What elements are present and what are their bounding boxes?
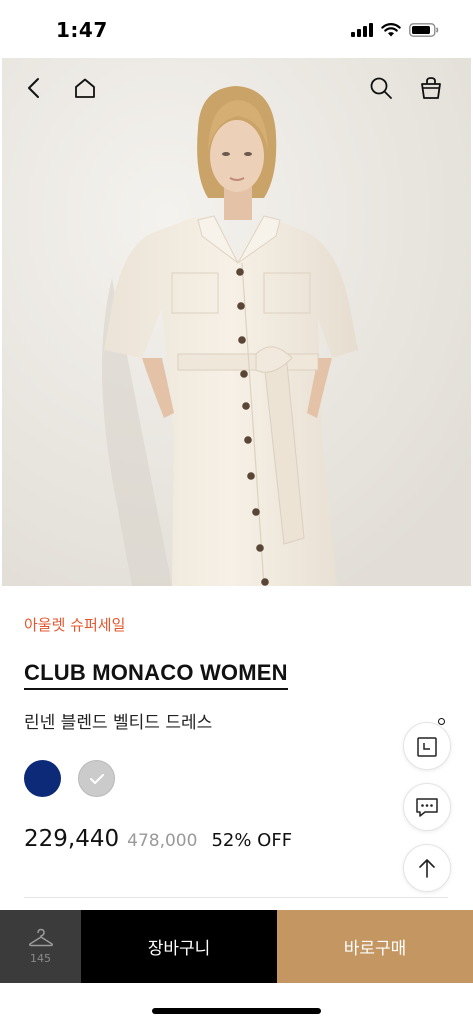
- status-icons: [351, 22, 439, 41]
- divider: [24, 897, 448, 898]
- back-button[interactable]: [16, 70, 52, 106]
- swatch-gray-selected[interactable]: [78, 760, 115, 797]
- bottom-action-bar: 145 장바구니 바로구매: [0, 910, 473, 983]
- battery-icon: [409, 22, 439, 41]
- back-arrow-icon: [28, 78, 39, 98]
- original-price: 478,000: [127, 831, 198, 851]
- sale-price: 229,440: [24, 826, 120, 852]
- status-bar: 1:47: [0, 0, 473, 58]
- recent-view-icon: [417, 737, 437, 757]
- home-icon: [75, 78, 95, 98]
- signal-icon: [351, 22, 373, 41]
- product-detail-screen: 1:47 아울렛 슈퍼세일 CLUB MONACO WOMEN 린넨 블렌드 벨…: [0, 0, 473, 1024]
- search-icon: [370, 77, 392, 99]
- chat-icon: [416, 798, 438, 817]
- chat-button[interactable]: [403, 783, 451, 831]
- cart-button[interactable]: [413, 70, 449, 106]
- product-image[interactable]: [2, 58, 471, 586]
- sale-label: 아울렛 슈퍼세일: [24, 616, 126, 634]
- notification-dot: [438, 718, 445, 725]
- check-icon: [89, 773, 104, 784]
- hanger-icon: [28, 928, 53, 947]
- status-time: 1:47: [56, 18, 108, 42]
- wishlist-count: 145: [30, 952, 51, 965]
- brand-link[interactable]: CLUB MONACO WOMEN: [24, 660, 288, 690]
- wishlist-button[interactable]: 145: [0, 910, 81, 983]
- home-button[interactable]: [67, 70, 103, 106]
- home-indicator: [152, 1008, 321, 1014]
- discount-rate: 52% OFF: [211, 830, 293, 851]
- search-button[interactable]: [363, 70, 399, 106]
- wifi-icon: [381, 22, 401, 41]
- recent-view-button[interactable]: [403, 722, 451, 770]
- scroll-top-icon: [419, 859, 435, 878]
- price-row: 229,440 478,000 52% OFF: [24, 826, 292, 852]
- product-photo: [2, 58, 471, 586]
- shopping-bag-icon: [421, 77, 441, 99]
- product-name: 린넨 블렌드 벨티드 드레스: [24, 713, 213, 733]
- add-to-cart-button[interactable]: 장바구니: [81, 910, 277, 983]
- scroll-top-button[interactable]: [403, 844, 451, 892]
- color-swatches: [24, 760, 115, 797]
- buy-now-button[interactable]: 바로구매: [277, 910, 473, 983]
- swatch-navy[interactable]: [24, 760, 61, 797]
